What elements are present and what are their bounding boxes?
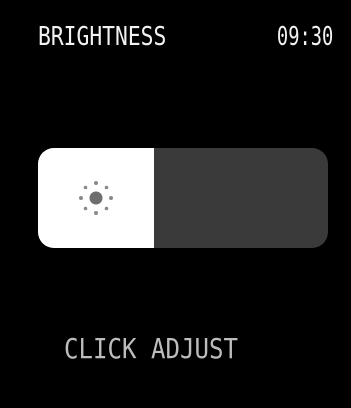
page-title: BRIGHTNESS: [38, 22, 167, 52]
clock-time: 09:30: [276, 22, 333, 52]
brightness-screen: BRIGHTNESS 09:30 CLICK ADJUST: [0, 0, 351, 408]
sun-icon: [79, 181, 113, 215]
adjust-hint: CLICK ADJUST: [64, 332, 238, 365]
